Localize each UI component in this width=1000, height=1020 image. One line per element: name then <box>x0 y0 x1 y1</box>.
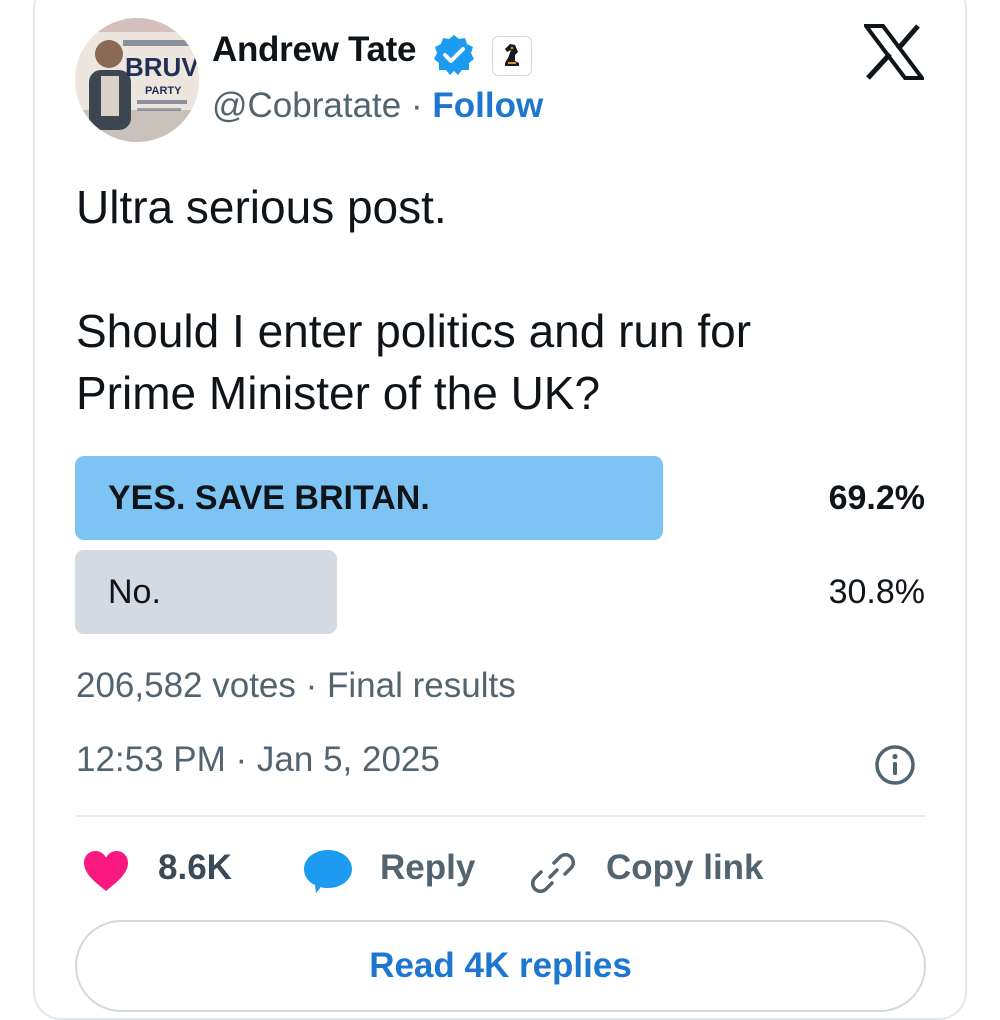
post-text: Ultra serious post. Should I enter polit… <box>76 176 926 424</box>
post-text-line: Prime Minister of the UK? <box>76 367 601 419</box>
author-handle[interactable]: @Cobratate <box>212 86 401 125</box>
follow-button[interactable]: Follow <box>432 86 543 125</box>
speech-bubble-icon <box>304 850 352 893</box>
separator-dot: · <box>401 86 433 125</box>
reply-button[interactable]: Reply <box>302 840 482 900</box>
post-timestamp[interactable]: 12:53 PM · Jan 5, 2025 <box>76 740 440 780</box>
poll-option-no[interactable]: No. 30.8% <box>75 550 925 634</box>
poll-option-percent: 30.8% <box>828 573 925 611</box>
heart-icon <box>84 851 128 891</box>
read-replies-label: Read 4K replies <box>369 946 632 985</box>
info-icon[interactable] <box>873 743 917 787</box>
avatar[interactable]: BRUV PARTY <box>75 18 199 142</box>
separator-dot: · <box>295 666 328 705</box>
post-time: 12:53 PM <box>76 740 226 779</box>
x-logo-icon[interactable] <box>864 24 924 80</box>
like-button[interactable]: 8.6K <box>82 840 252 900</box>
chess-knight-badge-icon <box>496 40 527 71</box>
poll-status: Final results <box>327 666 516 705</box>
copy-link-label: Copy link <box>606 848 764 887</box>
reply-label: Reply <box>380 848 476 887</box>
post-text-line: Should I enter politics and run for <box>76 305 752 357</box>
affiliate-badge[interactable] <box>492 36 532 76</box>
post-date: Jan 5, 2025 <box>256 740 440 779</box>
poll-option-percent: 69.2% <box>828 479 925 517</box>
author-name[interactable]: Andrew Tate <box>212 30 416 70</box>
copy-link-button[interactable]: Copy link <box>530 840 770 900</box>
like-count: 8.6K <box>158 848 232 887</box>
avatar-image: BRUV PARTY <box>75 18 199 142</box>
post-text-line: Ultra serious post. <box>76 181 447 233</box>
poll-option-label: YES. SAVE BRITAN. <box>108 479 430 517</box>
poll-option-yes[interactable]: YES. SAVE BRITAN. 69.2% <box>75 456 925 540</box>
poll-vote-count: 206,582 votes <box>76 666 296 705</box>
poll-option-label: No. <box>108 573 161 611</box>
verified-badge-icon <box>434 35 474 75</box>
read-replies-button[interactable]: Read 4K replies <box>75 920 926 1012</box>
svg-text:PARTY: PARTY <box>145 85 182 97</box>
svg-text:BRUV: BRUV <box>125 52 199 82</box>
separator-dot: · <box>225 740 257 779</box>
link-icon <box>531 853 575 893</box>
divider <box>76 815 926 817</box>
handle-line: @Cobratate · Follow <box>212 86 543 126</box>
poll-summary: 206,582 votes · Final results <box>76 666 516 706</box>
